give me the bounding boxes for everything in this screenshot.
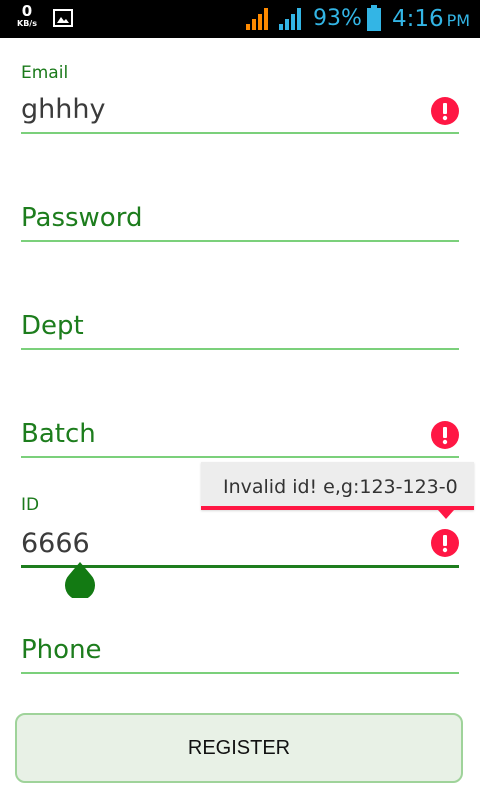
batch-field[interactable]: Batch bbox=[21, 411, 459, 461]
batch-error-icon[interactable] bbox=[431, 421, 459, 449]
password-underline bbox=[21, 240, 459, 242]
phone-underline bbox=[21, 672, 459, 674]
tooltip-arrow bbox=[438, 510, 454, 519]
phone-input[interactable]: Phone bbox=[21, 635, 102, 665]
tooltip-underline bbox=[201, 506, 474, 510]
batch-input[interactable]: Batch bbox=[21, 419, 96, 449]
battery-percent: 93% bbox=[313, 6, 362, 31]
data-speed-indicator: 0 KB/s bbox=[14, 4, 40, 28]
clock-ampm: PM bbox=[446, 11, 471, 30]
id-error-message: Invalid id! e,g:123-123-0 bbox=[223, 476, 458, 498]
status-clock: 4:16 PM bbox=[392, 6, 470, 32]
signal-strength-sim1-icon bbox=[246, 6, 272, 34]
clock-time: 4:16 bbox=[392, 6, 444, 32]
id-error-icon[interactable] bbox=[431, 529, 459, 557]
text-cursor-handle[interactable] bbox=[64, 562, 96, 602]
password-input[interactable]: Password bbox=[21, 203, 142, 233]
dept-input[interactable]: Dept bbox=[21, 311, 84, 341]
signal-strength-sim2-icon bbox=[279, 6, 305, 34]
batch-underline bbox=[21, 456, 459, 458]
phone-field[interactable]: Phone bbox=[21, 627, 459, 677]
email-field[interactable]: Email ghhhy bbox=[21, 60, 459, 135]
id-input[interactable]: 6666 bbox=[21, 528, 90, 559]
status-bar: 0 KB/s 93% 4:16 PM bbox=[0, 0, 480, 38]
data-speed-unit: KB/s bbox=[17, 19, 37, 28]
password-field[interactable]: Password bbox=[21, 195, 459, 245]
email-label: Email bbox=[21, 63, 69, 83]
battery-icon bbox=[366, 5, 382, 35]
dept-field[interactable]: Dept bbox=[21, 303, 459, 353]
gallery-notification-icon bbox=[53, 9, 73, 31]
dept-underline bbox=[21, 348, 459, 350]
id-label: ID bbox=[21, 495, 40, 515]
email-input[interactable]: ghhhy bbox=[21, 94, 105, 125]
data-speed-value: 0 bbox=[21, 2, 33, 20]
id-error-tooltip: Invalid id! e,g:123-123-0 bbox=[201, 462, 474, 519]
email-underline bbox=[21, 132, 459, 134]
register-button[interactable]: REGISTER bbox=[15, 713, 463, 783]
email-error-icon[interactable] bbox=[431, 97, 459, 125]
